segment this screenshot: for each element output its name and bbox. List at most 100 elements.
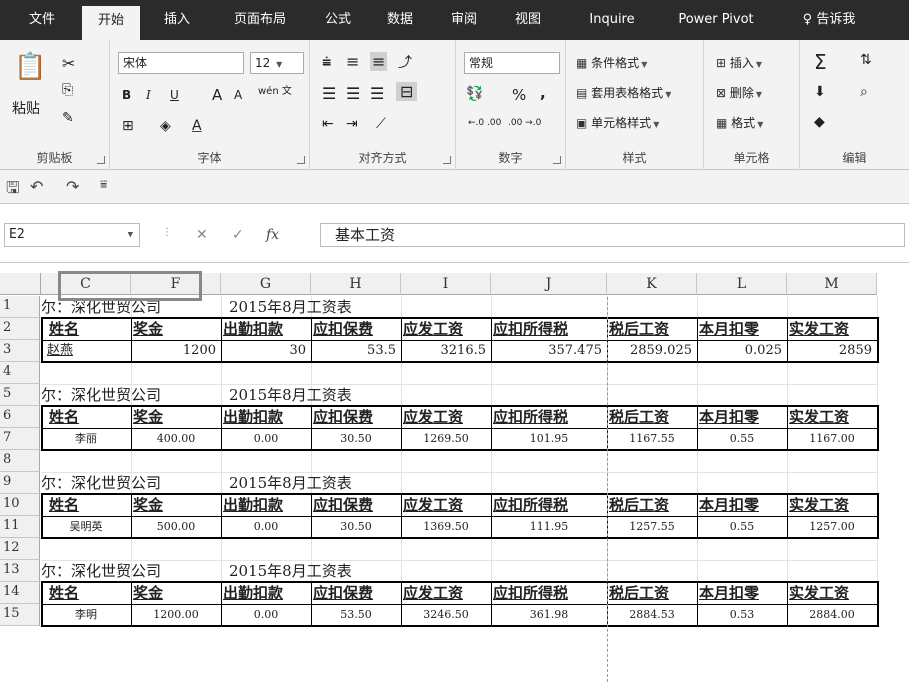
table-data-cell[interactable]: 101.95 xyxy=(493,429,605,449)
table-header-cell[interactable]: 奖金 xyxy=(133,319,220,339)
table-data-cell[interactable]: 1167.55 xyxy=(609,429,695,449)
table-header-cell[interactable]: 应扣保费 xyxy=(313,407,400,427)
text-direction-icon[interactable]: ⟋ xyxy=(376,116,386,132)
row-header-15[interactable]: 15 xyxy=(0,604,40,626)
table-header-cell[interactable]: 本月扣零 xyxy=(699,407,786,427)
save-icon[interactable]: 🖫 xyxy=(6,177,20,204)
format-painter-icon[interactable]: ✎ xyxy=(62,110,74,126)
font-name-select[interactable]: 宋体 xyxy=(118,52,244,74)
paste-button[interactable]: 粘贴 xyxy=(12,98,40,118)
formula-input[interactable]: 基本工资 xyxy=(320,223,905,247)
fill-color-icon[interactable]: ◈ xyxy=(160,118,171,134)
table-header-cell[interactable]: 实发工资 xyxy=(789,319,876,339)
tab-data[interactable]: 数据 xyxy=(378,0,422,40)
table-data-cell[interactable]: 3246.50 xyxy=(403,605,489,625)
number-format-select[interactable]: 常规 xyxy=(464,52,560,74)
font-color-button[interactable]: A xyxy=(192,118,202,134)
table-header-cell[interactable]: 应扣保费 xyxy=(313,319,400,339)
autosum-icon[interactable]: Σ xyxy=(814,50,827,74)
row-header-1[interactable]: 1 xyxy=(0,296,40,318)
bold-button[interactable]: B xyxy=(122,88,131,102)
font-launcher-icon[interactable] xyxy=(297,156,305,164)
column-header-i[interactable]: I xyxy=(401,273,491,295)
comma-button[interactable]: , xyxy=(540,84,546,102)
tab-insert[interactable]: 插入 xyxy=(150,0,204,40)
conditional-format-button[interactable]: ▦ 条件格式 ▼ xyxy=(576,54,647,71)
align-bottom-icon[interactable]: ≡ xyxy=(370,52,388,71)
table-data-cell[interactable]: 1167.00 xyxy=(789,429,875,449)
font-size-select[interactable]: 12 ▼ xyxy=(250,52,304,74)
increase-decimal-button[interactable]: ←.0 .00 xyxy=(468,118,501,128)
cell-styles-button[interactable]: ▣ 单元格样式 ▼ xyxy=(576,114,659,131)
column-header-l[interactable]: L xyxy=(697,273,787,295)
table-header-cell[interactable]: 应扣所得税 xyxy=(493,319,606,339)
shrink-font-button[interactable]: A xyxy=(234,88,242,102)
customize-qat-icon[interactable]: ⩸ xyxy=(100,177,107,192)
alignment-launcher-icon[interactable] xyxy=(443,156,451,164)
fill-icon[interactable]: ⬇ xyxy=(814,84,826,100)
table-data-cell[interactable]: 0.53 xyxy=(699,605,785,625)
company-title-cell[interactable]: 尔：深化世贸公司 xyxy=(41,473,221,493)
table-header-cell[interactable]: 应发工资 xyxy=(403,319,490,339)
copy-icon[interactable]: ⎘ xyxy=(62,82,73,98)
row-header-9[interactable]: 9 xyxy=(0,472,40,494)
merge-center-icon[interactable]: ⊟ xyxy=(396,82,418,101)
table-data-cell[interactable]: 53.50 xyxy=(313,605,399,625)
table-header-cell[interactable]: 奖金 xyxy=(133,495,220,515)
table-header-cell[interactable]: 奖金 xyxy=(133,583,220,603)
table-data-cell[interactable]: 1200 xyxy=(133,341,219,361)
format-as-table-button[interactable]: ▤ 套用表格格式 ▼ xyxy=(576,84,671,101)
table-header-cell[interactable]: 应发工资 xyxy=(403,407,490,427)
table-data-cell[interactable]: 0.55 xyxy=(699,517,785,537)
table-header-cell[interactable]: 奖金 xyxy=(133,407,220,427)
enter-icon[interactable]: ✓ xyxy=(232,227,244,243)
table-header-cell[interactable]: 本月扣零 xyxy=(699,495,786,515)
sheet-title-cell[interactable]: 2015年8月工资表 xyxy=(229,473,409,493)
insert-function-button[interactable]: fx xyxy=(266,227,279,243)
table-data-cell[interactable]: 361.98 xyxy=(493,605,605,625)
row-header-2[interactable]: 2 xyxy=(0,318,40,340)
table-header-cell[interactable]: 实发工资 xyxy=(789,495,876,515)
align-middle-icon[interactable]: ≡ xyxy=(346,52,359,71)
row-header-7[interactable]: 7 xyxy=(0,428,40,450)
row-header-12[interactable]: 12 xyxy=(0,538,40,560)
table-header-cell[interactable]: 实发工资 xyxy=(789,583,876,603)
table-header-cell[interactable]: 出勤扣款 xyxy=(223,407,310,427)
tab-power-pivot[interactable]: Power Pivot xyxy=(668,0,764,40)
tab-review[interactable]: 审阅 xyxy=(442,0,486,40)
paste-icon[interactable]: 📋 xyxy=(14,52,46,82)
table-data-cell[interactable]: 0.00 xyxy=(223,517,309,537)
table-data-cell[interactable]: 1257.00 xyxy=(789,517,875,537)
table-header-cell[interactable]: 实发工资 xyxy=(789,407,876,427)
table-data-cell[interactable]: 0.55 xyxy=(699,429,785,449)
sheet-title-cell[interactable]: 2015年8月工资表 xyxy=(229,385,409,405)
employee-name-cell[interactable]: 李明 xyxy=(43,605,129,625)
table-header-cell[interactable]: 税后工资 xyxy=(609,495,696,515)
select-all-button[interactable] xyxy=(0,273,41,295)
table-data-cell[interactable]: 1257.55 xyxy=(609,517,695,537)
orientation-icon[interactable]: ⤴ xyxy=(398,52,412,72)
sheet-title-cell[interactable]: 2015年8月工资表 xyxy=(229,561,409,581)
row-header-5[interactable]: 5 xyxy=(0,384,40,406)
find-icon[interactable]: ⌕ xyxy=(860,84,868,100)
percent-button[interactable]: % xyxy=(512,86,526,104)
table-header-cell[interactable]: 应扣所得税 xyxy=(493,495,606,515)
delete-cells-button[interactable]: ⊠ 删除 ▼ xyxy=(716,84,762,101)
employee-name-cell[interactable]: 吴明英 xyxy=(43,517,129,537)
table-header-cell[interactable]: 应扣所得税 xyxy=(493,407,606,427)
table-header-cell[interactable]: 应扣所得税 xyxy=(493,583,606,603)
tell-me-button[interactable]: ♀ 告诉我 xyxy=(784,0,874,40)
column-header-j[interactable]: J xyxy=(491,273,607,295)
table-data-cell[interactable]: 400.00 xyxy=(133,429,219,449)
format-cells-button[interactable]: ▦ 格式 ▼ xyxy=(716,114,763,131)
table-header-cell[interactable]: 应发工资 xyxy=(403,495,490,515)
sort-filter-icon[interactable]: ⇅ xyxy=(860,52,872,68)
row-header-8[interactable]: 8 xyxy=(0,450,40,472)
table-header-cell[interactable]: 姓名 xyxy=(43,495,130,515)
italic-button[interactable]: I xyxy=(146,88,151,102)
table-data-cell[interactable]: 0.025 xyxy=(699,341,785,361)
align-right-icon[interactable]: ☰ xyxy=(370,84,384,103)
column-header-g[interactable]: G xyxy=(221,273,311,295)
row-header-11[interactable]: 11 xyxy=(0,516,40,538)
row-header-14[interactable]: 14 xyxy=(0,582,40,604)
